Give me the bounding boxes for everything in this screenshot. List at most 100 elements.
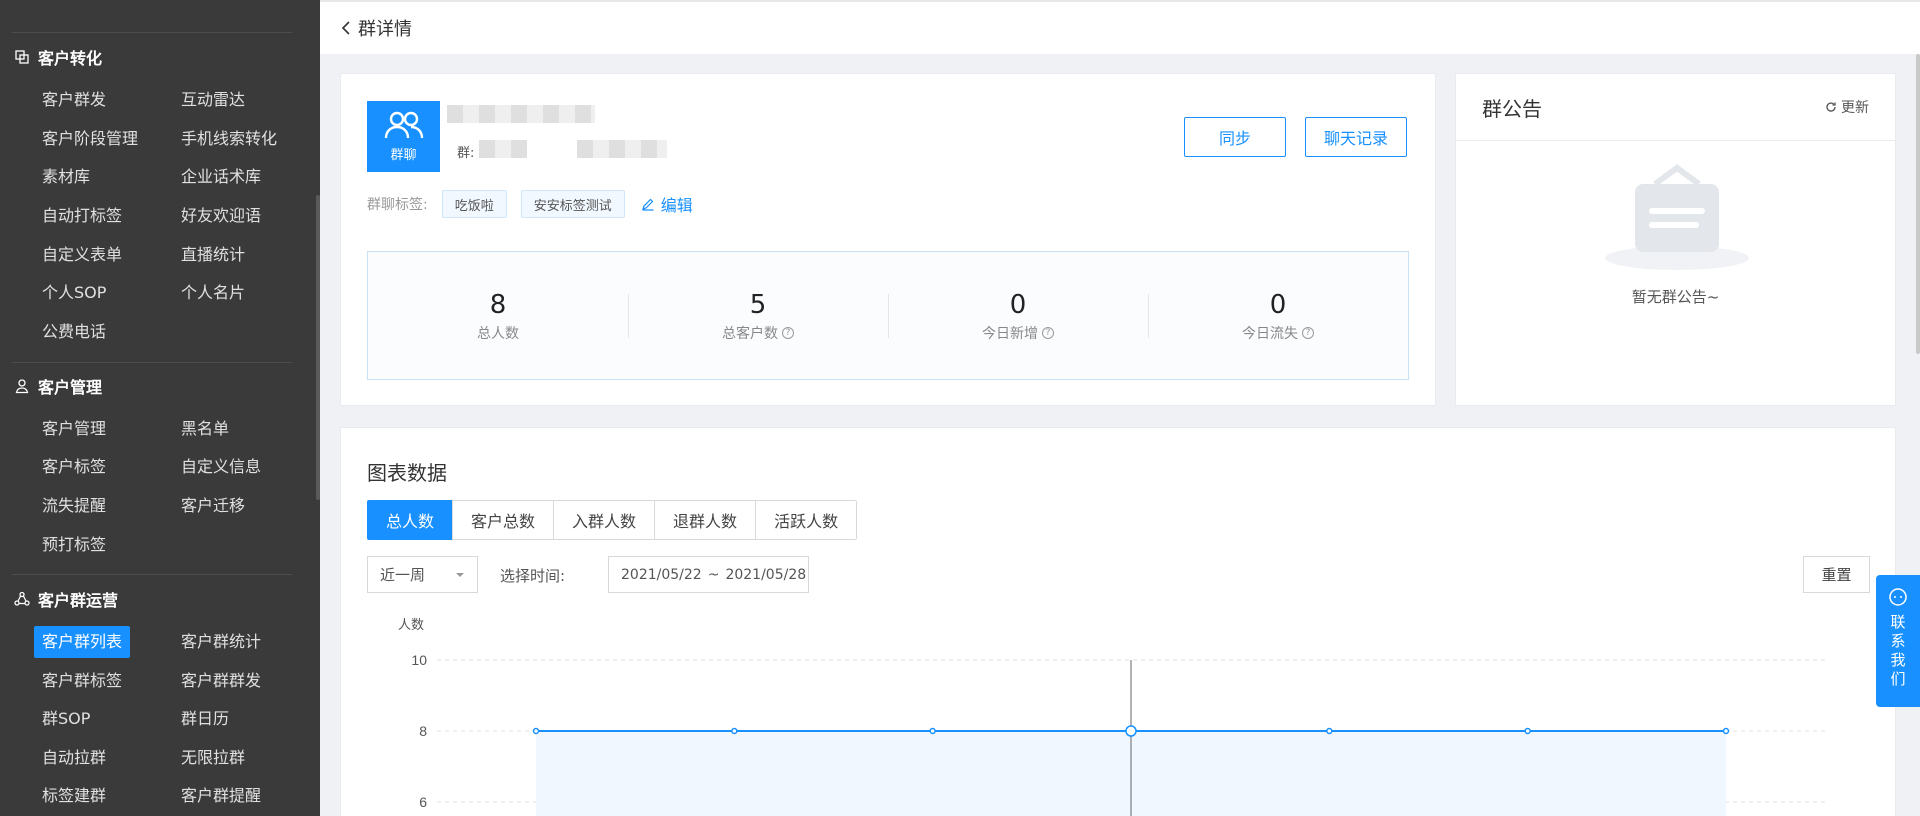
sidebar-item-welcome-message[interactable]: 好友欢迎语 <box>181 200 261 232</box>
y-tick-label: 8 <box>419 723 427 739</box>
chat-bubble-icon <box>1889 588 1907 606</box>
refresh-button[interactable]: 更新 <box>1825 97 1869 117</box>
data-point <box>532 727 540 735</box>
stat-value: 8 <box>489 289 507 320</box>
edit-tags-link[interactable]: 编辑 <box>641 192 693 216</box>
contact-char: 系 <box>1890 632 1906 650</box>
sidebar-section-title[interactable]: 客户转化 <box>14 45 102 69</box>
sidebar-item-public-phone[interactable]: 公费电话 <box>42 316 106 348</box>
sidebar-item-script-library[interactable]: 企业话术库 <box>181 161 261 193</box>
sidebar-item-customer-migration[interactable]: 客户迁移 <box>181 490 245 522</box>
sidebar-item-custom-form[interactable]: 自定义表单 <box>42 239 122 271</box>
sidebar-item-churn-alert[interactable]: 流失提醒 <box>42 490 106 522</box>
edit-label: 编辑 <box>660 196 693 215</box>
chat-history-button[interactable]: 聊天记录 <box>1305 117 1407 157</box>
sidebar-item-customer-stage[interactable]: 客户阶段管理 <box>42 123 138 155</box>
data-point <box>1326 727 1333 735</box>
sidebar-item-live-stats[interactable]: 直播统计 <box>181 239 245 271</box>
data-point <box>1125 725 1137 737</box>
sidebar-item-group-broadcast[interactable]: 客户群群发 <box>181 665 261 697</box>
sidebar-scrollbar[interactable] <box>316 195 320 500</box>
group-operation-icon <box>14 591 30 606</box>
chevron-left-icon <box>341 21 350 35</box>
sidebar-item-material-library[interactable]: 素材库 <box>42 161 90 193</box>
data-point <box>731 727 738 735</box>
group-owner-redacted <box>479 140 527 158</box>
sidebar-item-business-card[interactable]: 个人名片 <box>181 277 245 309</box>
refresh-label: 更新 <box>1841 100 1869 116</box>
group-tag: 安安标签测试 <box>520 190 625 218</box>
sidebar-section-label: 客户管理 <box>38 378 103 397</box>
y-axis-label: 人数 <box>398 617 424 632</box>
sidebar-item-group-calendar[interactable]: 群日历 <box>181 703 229 735</box>
stat-total-customers: 5 总客户数? <box>628 252 888 379</box>
chart-card: 图表数据 总人数 客户总数 入群人数 退群人数 活跃人数 近一周 选择时间: 2… <box>340 427 1896 816</box>
sidebar-item-interaction-radar[interactable]: 互动雷达 <box>181 84 245 116</box>
stat-label: 今日新增? <box>982 323 1054 343</box>
sidebar-item-auto-tag[interactable]: 自动打标签 <box>42 200 122 232</box>
announcement-header: 群公告 更新 <box>1456 74 1895 141</box>
sidebar-divider <box>12 362 292 363</box>
stat-label: 总人数 <box>477 325 519 342</box>
sidebar-item-customer-tags[interactable]: 客户标签 <box>42 451 106 483</box>
group-chat-icon <box>384 111 423 139</box>
stat-today-lost: 0 今日流失? <box>1148 252 1408 379</box>
page-scrollbar[interactable] <box>1916 54 1920 354</box>
sidebar-section-title[interactable]: 客户群运营 <box>14 587 118 611</box>
sidebar-item-customer-broadcast[interactable]: 客户群发 <box>42 84 106 116</box>
sidebar-item-blacklist[interactable]: 黑名单 <box>181 413 229 445</box>
sync-button[interactable]: 同步 <box>1184 117 1286 157</box>
sidebar-item-group-list[interactable]: 客户群列表 <box>34 626 131 658</box>
group-avatar: 群聊 <box>367 101 440 172</box>
sidebar-item-personal-sop[interactable]: 个人SOP <box>42 277 106 309</box>
sidebar-item-group-stats[interactable]: 客户群统计 <box>181 626 261 658</box>
empty-announcement-text: 暂无群公告~ <box>1631 288 1720 306</box>
help-icon[interactable]: ? <box>1302 326 1314 339</box>
user-icon <box>15 379 29 394</box>
contact-char: 我 <box>1890 651 1906 669</box>
sidebar-item-group-sop[interactable]: 群SOP <box>42 703 90 735</box>
sidebar-section-title[interactable]: 客户管理 <box>14 374 102 398</box>
refresh-icon <box>1826 102 1836 112</box>
y-tick-label: 10 <box>411 652 427 668</box>
page-header: 群详情 <box>320 0 1920 54</box>
stat-today-new: 0 今日新增? <box>888 252 1148 379</box>
line-chart: 人数 10 8 6 <box>398 617 1825 816</box>
sidebar-item-auto-pull-group[interactable]: 自动拉群 <box>42 742 106 774</box>
sidebar-item-unlimited-pull-group[interactable]: 无限拉群 <box>181 742 245 774</box>
page-title: 群详情 <box>358 19 412 40</box>
sidebar-divider <box>12 32 292 33</box>
sidebar-section-label: 客户转化 <box>38 49 103 68</box>
sidebar: 客户转化 客户群发 互动雷达 客户阶段管理 手机线索转化 素材库 企业话术库 自… <box>0 0 320 816</box>
sidebar-item-group-reminder[interactable]: 客户群提醒 <box>181 780 261 812</box>
tags-label: 群聊标签: <box>367 197 428 213</box>
sidebar-item-custom-info[interactable]: 自定义信息 <box>181 451 261 483</box>
help-icon[interactable]: ? <box>1042 326 1054 339</box>
stat-total-members: 8 总人数 <box>368 252 628 379</box>
contact-us-button[interactable]: 联 系 我 们 <box>1876 575 1920 707</box>
group-tag: 吃饭啦 <box>441 190 507 218</box>
sidebar-item-phone-lead[interactable]: 手机线索转化 <box>181 123 277 155</box>
sidebar-section-label: 客户群运营 <box>38 591 119 610</box>
stat-label: 总客户数? <box>722 323 794 343</box>
stat-value: 0 <box>1269 289 1287 320</box>
sidebar-item-pre-tag[interactable]: 预打标签 <box>42 529 106 561</box>
stat-label: 今日流失? <box>1242 323 1314 343</box>
avatar-label: 群聊 <box>390 148 417 163</box>
sidebar-item-tag-build-group[interactable]: 标签建群 <box>42 780 106 812</box>
stat-value: 5 <box>749 289 767 320</box>
help-icon[interactable]: ? <box>782 326 794 339</box>
sidebar-item-group-tags[interactable]: 客户群标签 <box>42 665 122 697</box>
sidebar-divider <box>12 574 292 575</box>
empty-box-illustration <box>1605 164 1749 270</box>
stat-value: 0 <box>1009 289 1027 320</box>
back-button[interactable]: 群详情 <box>340 15 412 41</box>
contact-char: 联 <box>1890 613 1906 631</box>
sidebar-item-customer-management[interactable]: 客户管理 <box>42 413 106 445</box>
group-stats-panel: 8 总人数 5 总客户数? 0 今日新增? 0 今日流失? <box>367 251 1409 380</box>
conversion-icon <box>15 50 29 64</box>
group-name-prefix: 群: <box>457 146 475 161</box>
data-point <box>1722 727 1730 735</box>
data-point <box>929 727 936 735</box>
data-point <box>1524 727 1531 735</box>
